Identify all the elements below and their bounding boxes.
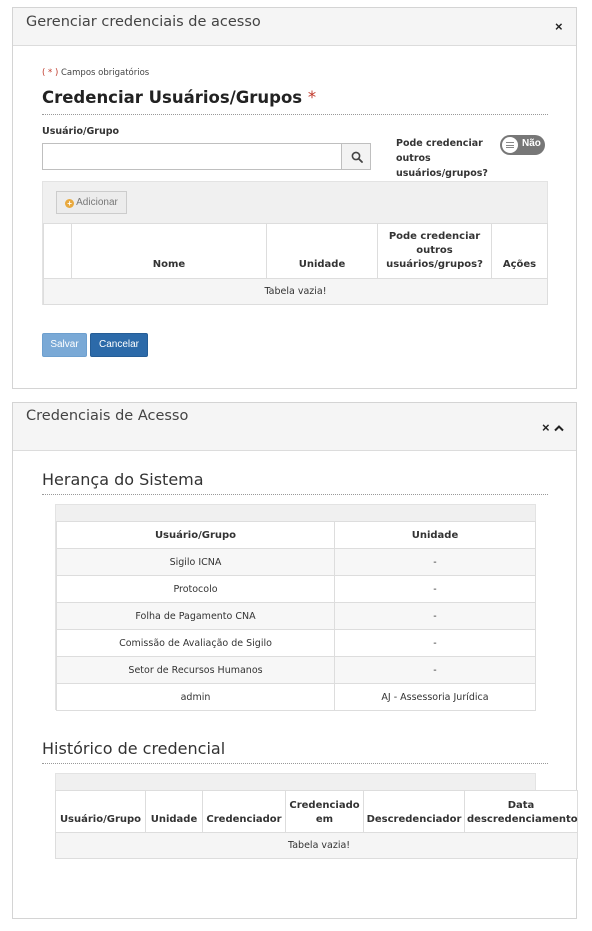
chevron-up-icon[interactable] (553, 422, 565, 434)
column-header-select (43, 223, 72, 279)
column-header-usuario-grupo[interactable]: Usuário/Grupo (56, 521, 335, 549)
cell-usuario-grupo: Folha de Pagamento CNA (56, 602, 335, 630)
column-header-credenciador[interactable]: Credenciador (202, 790, 286, 833)
toggle-label: Não (522, 138, 541, 149)
cell-unidade: - (334, 629, 536, 657)
table-row: Sigilo ICNA - (56, 548, 536, 576)
heranca-grid: Usuário/Grupo Unidade Sigilo ICNA - Prot… (55, 504, 536, 711)
column-header-nome[interactable]: Nome (71, 223, 267, 279)
users-grid: + Adicionar Nome Unidade Pode credenciar … (42, 181, 548, 305)
cell-unidade: - (334, 575, 536, 603)
empty-table-message: Tabela vazia! (55, 832, 578, 859)
cell-unidade: - (334, 656, 536, 684)
column-header-usuario-grupo[interactable]: Usuário/Grupo (55, 790, 146, 833)
cancel-button[interactable]: Cancelar (90, 333, 148, 357)
historico-grid: Usuário/Grupo Unidade Credenciador Crede… (55, 773, 578, 859)
column-header-descredenciador[interactable]: Descredenciador (363, 790, 465, 833)
add-button-label: Adicionar (76, 197, 118, 208)
search-icon (351, 151, 363, 163)
table-row: admin AJ - Assessoria Jurídica (56, 683, 536, 711)
heranca-divider (42, 494, 548, 495)
historico-divider (42, 763, 548, 764)
panel-title: Credenciais de Acesso (26, 408, 189, 424)
plus-icon: + (65, 199, 75, 208)
required-star: * (307, 88, 317, 107)
cell-usuario-grupo: Setor de Recursos Humanos (56, 656, 335, 684)
section-divider (42, 114, 548, 115)
table-row: Folha de Pagamento CNA - (56, 602, 536, 630)
column-header-pode-credenciar[interactable]: Pode credenciar outros usuários/grupos? (377, 223, 492, 279)
user-group-label: Usuário/Grupo (42, 126, 120, 137)
cell-unidade: - (334, 548, 536, 576)
can-credential-toggle[interactable]: Não (500, 135, 545, 155)
panel-title: Gerenciar credenciais de acesso (26, 14, 261, 30)
section-title-text: Credenciar Usuários/Grupos (42, 88, 303, 107)
close-icon[interactable]: × (555, 20, 563, 33)
cell-usuario-grupo: admin (56, 683, 335, 711)
empty-table-message: Tabela vazia! (43, 278, 548, 305)
close-icon[interactable]: × (542, 421, 550, 434)
column-header-unidade[interactable]: Unidade (334, 521, 536, 549)
users-table: Nome Unidade Pode credenciar outros usuá… (43, 223, 548, 305)
table-row: Setor de Recursos Humanos - (56, 656, 536, 684)
search-button[interactable] (341, 143, 371, 170)
heranca-title: Herança do Sistema (42, 470, 204, 489)
cell-usuario-grupo: Sigilo ICNA (56, 548, 335, 576)
historico-toolbar (55, 773, 536, 791)
manage-credentials-panel: Gerenciar credenciais de acesso × ( * ) … (12, 7, 577, 389)
heranca-table: Usuário/Grupo Unidade Sigilo ICNA - Prot… (56, 521, 536, 711)
column-header-unidade[interactable]: Unidade (145, 790, 203, 833)
column-header-acoes: Ações (491, 223, 548, 279)
access-credentials-panel: Credenciais de Acesso × Herança do Siste… (12, 402, 578, 919)
column-header-credenciado-em[interactable]: Credenciado em (285, 790, 364, 833)
column-header-unidade[interactable]: Unidade (266, 223, 378, 279)
required-note-text: Campos obrigatórios (61, 68, 150, 78)
cell-unidade: AJ - Assessoria Jurídica (334, 683, 536, 711)
cell-usuario-grupo: Comissão de Avaliação de Sigilo (56, 629, 335, 657)
toggle-knob (502, 137, 518, 153)
section-title: Credenciar Usuários/Grupos * (42, 88, 316, 107)
cell-usuario-grupo: Protocolo (56, 575, 335, 603)
table-row: Protocolo - (56, 575, 536, 603)
add-button[interactable]: + Adicionar (56, 191, 127, 214)
save-button[interactable]: Salvar (42, 333, 87, 357)
required-fields-note: ( * ) Campos obrigatórios (42, 68, 149, 78)
cell-unidade: - (334, 602, 536, 630)
user-group-search-input[interactable] (42, 143, 342, 170)
required-note-star: ( * ) (42, 68, 59, 78)
panel-header: Gerenciar credenciais de acesso × (13, 8, 576, 46)
historico-title: Histórico de credencial (42, 739, 226, 758)
table-row: Comissão de Avaliação de Sigilo - (56, 629, 536, 657)
column-header-data-descredenciamento[interactable]: Data descredenciamento (464, 790, 578, 833)
historico-table: Usuário/Grupo Unidade Credenciador Crede… (55, 790, 578, 859)
panel-header: Credenciais de Acesso × (13, 403, 576, 451)
can-credential-label: Pode credenciar outros usuários/grupos? (396, 138, 488, 179)
